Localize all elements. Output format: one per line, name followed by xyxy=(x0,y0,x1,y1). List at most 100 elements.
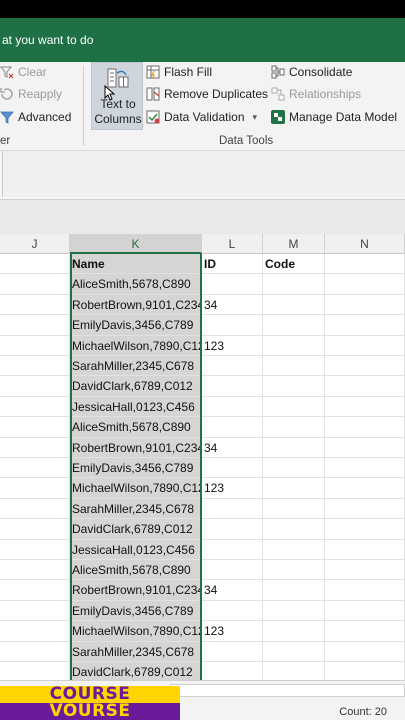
cell-l[interactable] xyxy=(202,519,263,540)
cell-j[interactable] xyxy=(0,356,70,377)
cell-m[interactable] xyxy=(263,356,325,377)
cell-l[interactable] xyxy=(202,662,263,680)
cell-l[interactable] xyxy=(202,498,263,520)
chevron-down-icon[interactable]: ▾ xyxy=(253,112,258,123)
cell-k[interactable]: SarahMiller,2345,C678 xyxy=(70,356,202,377)
cell-l[interactable] xyxy=(202,600,263,622)
column-header-j[interactable]: J xyxy=(0,234,70,254)
relationships-button[interactable]: Relationships xyxy=(271,84,361,104)
cell-n[interactable] xyxy=(325,376,405,397)
cell-l[interactable]: 123 xyxy=(202,621,263,642)
cell-k[interactable]: AliceSmith,5678,C890 xyxy=(70,560,202,581)
cell-j[interactable] xyxy=(0,560,70,581)
cell-l[interactable] xyxy=(202,539,263,560)
cell-j[interactable] xyxy=(0,335,70,356)
cell-n[interactable] xyxy=(325,498,405,520)
cell-l[interactable]: 123 xyxy=(202,478,263,499)
cell-k[interactable]: EmilyDavis,3456,C789 xyxy=(70,600,202,622)
cell-l[interactable]: 34 xyxy=(202,294,263,316)
cell-n[interactable] xyxy=(325,437,405,458)
cell-l[interactable] xyxy=(202,274,263,295)
tell-me-bar[interactable]: at you want to do xyxy=(0,18,405,62)
manage-data-model-button[interactable]: Manage Data Model xyxy=(271,107,397,127)
cell-m[interactable] xyxy=(263,580,325,601)
cell-k[interactable]: Name xyxy=(70,254,202,275)
cell-j[interactable] xyxy=(0,417,70,438)
cell-l[interactable] xyxy=(202,641,263,662)
cell-j[interactable] xyxy=(0,254,70,275)
cell-l[interactable] xyxy=(202,458,263,479)
cell-m[interactable] xyxy=(263,641,325,662)
cell-n[interactable] xyxy=(325,274,405,295)
cell-l[interactable] xyxy=(202,396,263,418)
cell-l[interactable]: 34 xyxy=(202,580,263,601)
cell-k[interactable]: RobertBrown,9101,C234 xyxy=(70,437,202,458)
cell-m[interactable] xyxy=(263,417,325,438)
cell-j[interactable] xyxy=(0,274,70,295)
cell-j[interactable] xyxy=(0,478,70,499)
cell-n[interactable] xyxy=(325,396,405,418)
cell-l[interactable]: 123 xyxy=(202,335,263,356)
cell-m[interactable] xyxy=(263,315,325,336)
cell-n[interactable] xyxy=(325,641,405,662)
advanced-filter-button[interactable]: Advanced xyxy=(0,107,71,127)
column-header-m[interactable]: M xyxy=(263,234,325,254)
cell-k[interactable]: DavidClark,6789,C012 xyxy=(70,519,202,540)
cell-m[interactable] xyxy=(263,376,325,397)
cell-j[interactable] xyxy=(0,519,70,540)
data-validation-button[interactable]: Data Validation ▾ xyxy=(146,107,257,127)
cell-m[interactable] xyxy=(263,539,325,560)
cell-j[interactable] xyxy=(0,580,70,601)
cell-k[interactable]: AliceSmith,5678,C890 xyxy=(70,274,202,295)
formula-bar[interactable] xyxy=(2,151,405,197)
cell-k[interactable]: JessicaHall,0123,C456 xyxy=(70,396,202,418)
flash-fill-button[interactable]: Flash Fill xyxy=(146,62,212,82)
cell-j[interactable] xyxy=(0,662,70,680)
cell-l[interactable] xyxy=(202,376,263,397)
cell-l[interactable]: 34 xyxy=(202,437,263,458)
cell-m[interactable] xyxy=(263,294,325,316)
cell-m[interactable] xyxy=(263,662,325,680)
cell-l[interactable] xyxy=(202,417,263,438)
cell-m[interactable] xyxy=(263,600,325,622)
cell-k[interactable]: RobertBrown,9101,C234 xyxy=(70,294,202,316)
cell-m[interactable] xyxy=(263,478,325,499)
cell-j[interactable] xyxy=(0,294,70,316)
cell-m[interactable] xyxy=(263,335,325,356)
cell-n[interactable] xyxy=(325,356,405,377)
cell-n[interactable] xyxy=(325,335,405,356)
cell-k[interactable]: DavidClark,6789,C012 xyxy=(70,662,202,680)
cell-n[interactable] xyxy=(325,560,405,581)
cell-k[interactable]: SarahMiller,2345,C678 xyxy=(70,641,202,662)
cell-m[interactable] xyxy=(263,274,325,295)
cell-m[interactable] xyxy=(263,458,325,479)
cell-m[interactable] xyxy=(263,621,325,642)
cell-n[interactable] xyxy=(325,417,405,438)
remove-duplicates-button[interactable]: Remove Duplicates xyxy=(146,84,268,104)
cell-k[interactable]: EmilyDavis,3456,C789 xyxy=(70,315,202,336)
cell-n[interactable] xyxy=(325,662,405,680)
cell-n[interactable] xyxy=(325,458,405,479)
cell-n[interactable] xyxy=(325,600,405,622)
cell-k[interactable]: MichaelWilson,7890,C123 xyxy=(70,478,202,499)
tell-me-text[interactable]: at you want to do xyxy=(2,33,93,47)
cell-k[interactable]: EmilyDavis,3456,C789 xyxy=(70,458,202,479)
cell-k[interactable]: RobertBrown,9101,C234 xyxy=(70,580,202,601)
cell-j[interactable] xyxy=(0,539,70,560)
cell-m[interactable] xyxy=(263,498,325,520)
cell-k[interactable]: AliceSmith,5678,C890 xyxy=(70,417,202,438)
cell-m[interactable] xyxy=(263,519,325,540)
cell-k[interactable]: MichaelWilson,7890,C123 xyxy=(70,621,202,642)
cell-n[interactable] xyxy=(325,621,405,642)
clear-filter-button[interactable]: Clear xyxy=(0,62,47,82)
cell-k[interactable]: SarahMiller,2345,C678 xyxy=(70,498,202,520)
column-header-l[interactable]: L xyxy=(202,234,263,254)
cell-n[interactable] xyxy=(325,519,405,540)
column-header-n[interactable]: N xyxy=(325,234,405,254)
cell-n[interactable] xyxy=(325,294,405,316)
cell-n[interactable] xyxy=(325,478,405,499)
cell-n[interactable] xyxy=(325,539,405,560)
cell-m[interactable] xyxy=(263,560,325,581)
cell-j[interactable] xyxy=(0,641,70,662)
reapply-button[interactable]: Reapply xyxy=(0,84,62,104)
